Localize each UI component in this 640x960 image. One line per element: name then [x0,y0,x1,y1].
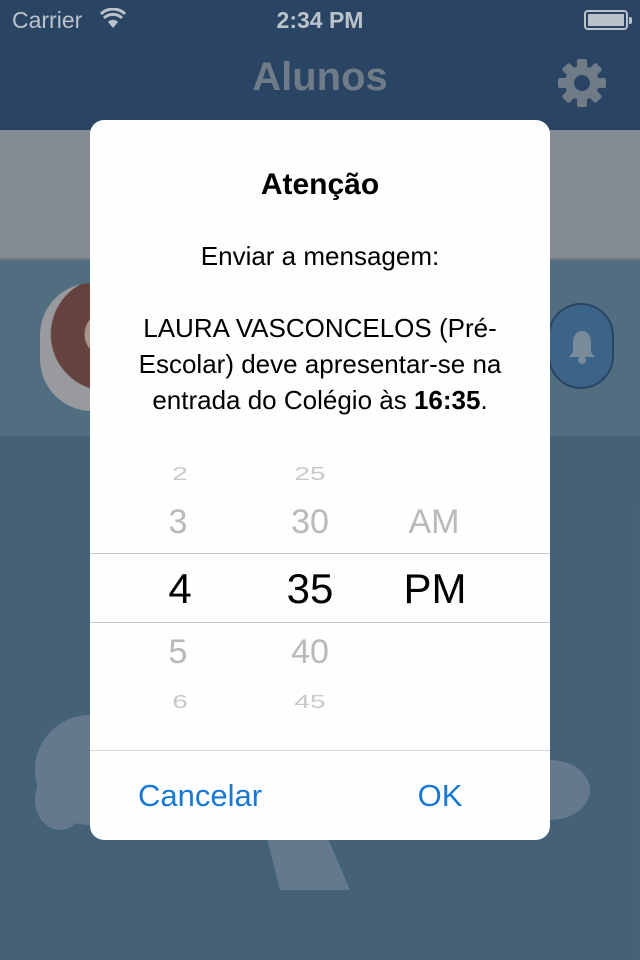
picker-selection-top-line [90,553,550,554]
message-body-line-1: LAURA VASCONCELOS (Pré- [143,313,497,343]
picker-hour-selected[interactable]: 4 [135,565,225,613]
picker-period-selected[interactable]: PM [390,565,480,613]
picker-hour[interactable]: 2 [135,464,225,485]
alert-dialog: Atenção Enviar a mensagem: LAURA VASCONC… [90,120,550,840]
message-intro: Enviar a mensagem: [200,241,440,271]
picker-hour[interactable]: 3 [133,503,223,542]
alert-title: Atenção [260,168,380,201]
picker-minute[interactable]: 40 [265,633,355,672]
message-body-text: entrada do Colégio às [152,385,414,415]
picker-selection-bottom-line [90,622,550,623]
message-time: 16:35 [413,385,481,415]
cancel-button[interactable]: Cancelar [90,750,310,840]
message-end: . [480,385,488,415]
picker-minute[interactable]: 25 [265,464,355,485]
ok-button[interactable]: OK [330,750,550,840]
alert-message: Enviar a mensagem: LAURA VASCONCELOS (Pr… [110,238,530,418]
message-body-line-2: Escolar) deve apresentar-se na [138,349,502,379]
time-picker[interactable]: 2 3 4 5 6 25 30 35 40 45 AM PM [90,450,550,750]
picker-minute-selected[interactable]: 35 [265,565,355,613]
picker-hour[interactable]: 5 [133,633,223,672]
picker-period[interactable]: AM [389,503,479,542]
picker-minute[interactable]: 30 [265,503,355,542]
picker-hour[interactable]: 6 [135,692,225,713]
picker-minute[interactable]: 45 [265,692,355,713]
message-body-line-3: entrada do Colégio às 16:35. [110,382,530,418]
